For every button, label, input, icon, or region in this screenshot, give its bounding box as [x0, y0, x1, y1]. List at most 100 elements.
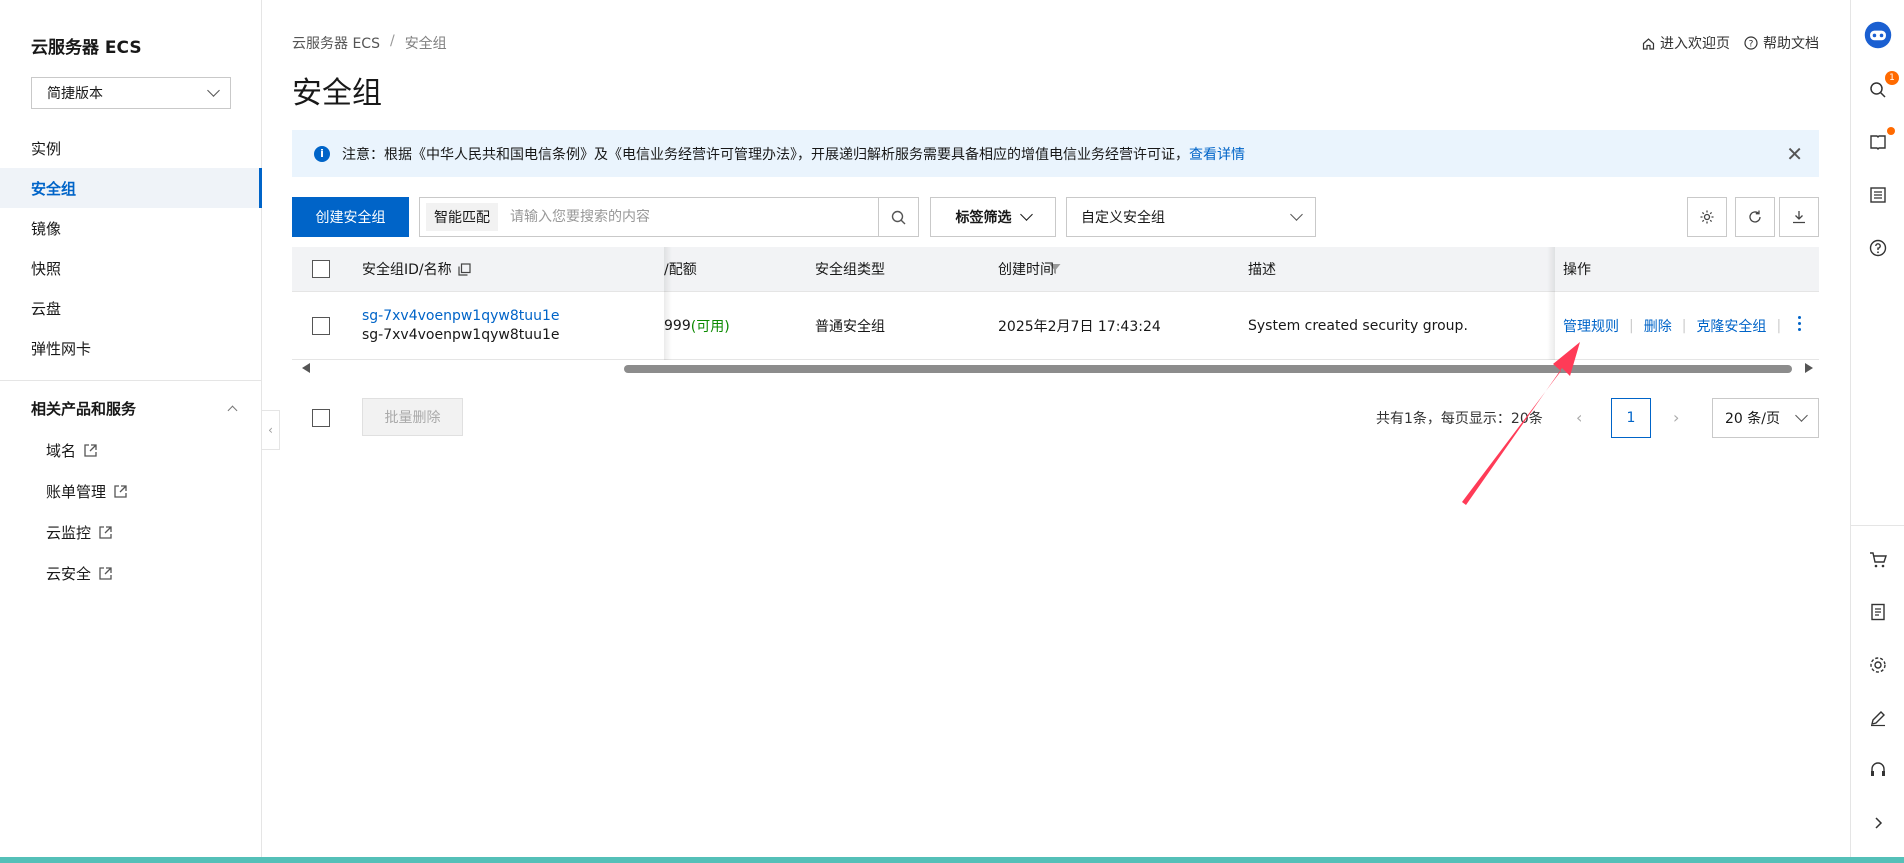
row-description-cell: System created security group. [1248, 317, 1468, 334]
quota-status: (可用) [690, 318, 730, 335]
section-title: 相关产品和服务 [31, 400, 137, 418]
sidebar-link-domain[interactable]: 域名 [46, 440, 97, 461]
refresh-button[interactable] [1735, 197, 1775, 237]
row-actions: 管理规则 | 删除 | 克隆安全组 | [1563, 292, 1791, 360]
delete-link[interactable]: 删除 [1644, 316, 1672, 336]
sidebar-item-snapshots[interactable]: 快照 [0, 248, 262, 288]
horizontal-scrollbar[interactable] [292, 360, 1819, 376]
close-icon[interactable]: ✕ [1786, 142, 1803, 166]
sidebar-link-security[interactable]: 云安全 [46, 563, 112, 584]
help-docs-label: 帮助文档 [1763, 36, 1819, 52]
sidebar-collapse-handle[interactable]: ‹ [262, 410, 280, 450]
cart-icon[interactable] [1863, 545, 1893, 575]
search-icon[interactable]: 1 [1863, 71, 1899, 105]
row-quota-cell: 999 (可用) [664, 292, 730, 359]
welcome-link-label: 进入欢迎页 [1660, 36, 1730, 52]
search-mode-tag[interactable]: 智能匹配 [426, 203, 498, 231]
book-icon[interactable] [1863, 127, 1895, 157]
footer-select-cell [312, 398, 330, 438]
tag-filter-button[interactable]: 标签筛选 [930, 197, 1056, 237]
welcome-link[interactable]: 进入欢迎页 [1642, 33, 1730, 53]
breadcrumb-separator: / [389, 33, 395, 49]
external-link-icon [114, 485, 127, 498]
sidebar-item-security-group[interactable]: 安全组 [0, 168, 262, 208]
search-input[interactable] [510, 209, 860, 225]
manage-rules-link[interactable]: 管理规则 [1563, 316, 1619, 336]
batch-delete-button[interactable]: 批量删除 [362, 398, 463, 436]
more-actions-icon[interactable] [1798, 316, 1802, 331]
sidebar-link-label: 云安全 [46, 565, 92, 583]
assistant-robot-icon[interactable] [1863, 20, 1893, 50]
column-header-id: 安全组ID/名称 [362, 247, 471, 291]
security-group-name: sg-7xv4voenpw1qyw8tuu1e [362, 327, 560, 343]
page-number-current[interactable]: 1 [1611, 398, 1651, 438]
row-type-cell: 普通安全组 [815, 318, 885, 335]
external-link-icon [99, 567, 112, 580]
download-button[interactable] [1779, 197, 1819, 237]
clone-security-group-link[interactable]: 克隆安全组 [1696, 316, 1766, 336]
expand-rail-icon[interactable] [1863, 808, 1893, 838]
custom-group-select-value: 自定义安全组 [1081, 210, 1165, 226]
gear-icon[interactable] [1863, 650, 1893, 680]
toolbar: 创建安全组 智能匹配 标签筛选 自定义安全组 [292, 197, 1819, 237]
next-page-button[interactable]: › [1673, 408, 1679, 427]
sidebar-link-monitor[interactable]: 云监控 [46, 522, 112, 543]
refresh-icon [1749, 210, 1761, 223]
search-button[interactable] [878, 198, 918, 236]
bottom-border [0, 857, 1904, 863]
security-group-id-link[interactable]: sg-7xv4voenpw1qyw8tuu1e [362, 308, 559, 324]
create-security-group-button[interactable]: 创建安全组 [292, 197, 409, 237]
row-id-cell: sg-7xv4voenpw1qyw8tuu1e sg-7xv4voenpw1qy… [362, 292, 559, 359]
sidebar-item-eni[interactable]: 弹性网卡 [0, 328, 262, 368]
column-header-label: 安全组ID/名称 [362, 262, 452, 278]
info-icon: i [314, 145, 330, 162]
sidebar-item-images[interactable]: 镜像 [0, 208, 262, 248]
table-header: 安全组ID/名称 /配额 安全组类型 创建时间 描述 操作 [292, 247, 1819, 292]
row-checkbox[interactable] [312, 316, 330, 335]
row-created-cell: 2025年2月7日 17:43:24 [998, 318, 1161, 335]
scroll-left-arrow[interactable] [302, 363, 310, 373]
main-content: 云服务器 ECS / 安全组 进入欢迎页 ? 帮助文档 安全组 i 注意：根据《… [292, 0, 1819, 863]
version-select[interactable]: 简捷版本 [31, 77, 231, 109]
notice-detail-link[interactable]: 查看详情 [1189, 144, 1245, 164]
footer-select-all-checkbox[interactable] [312, 409, 330, 427]
svg-text:?: ? [1749, 40, 1754, 50]
help-icon: ? [1744, 36, 1758, 50]
column-header-actions: 操作 [1563, 262, 1591, 278]
help-icon[interactable] [1863, 233, 1893, 263]
sidebar: 云服务器 ECS 简捷版本 实例 安全组 镜像 快照 云盘 弹性网卡 相关产品和… [0, 0, 262, 863]
tag-filter-label: 标签筛选 [955, 210, 1012, 226]
sidebar-link-billing[interactable]: 账单管理 [46, 481, 127, 502]
document-icon[interactable] [1863, 597, 1893, 627]
header-links: 进入欢迎页 ? 帮助文档 [1642, 33, 1819, 53]
copy-icon[interactable] [458, 262, 471, 276]
prev-page-button[interactable]: ‹ [1576, 408, 1582, 427]
related-products-section[interactable]: 相关产品和服务 [31, 398, 238, 419]
sidebar-item-instances[interactable]: 实例 [0, 128, 262, 168]
checklist-icon[interactable] [1863, 180, 1893, 210]
sidebar-item-disks[interactable]: 云盘 [0, 288, 262, 328]
scroll-right-arrow[interactable] [1805, 363, 1813, 373]
sidebar-link-label: 云监控 [46, 524, 92, 542]
page-size-select[interactable]: 20 条/页 [1712, 398, 1819, 438]
chevron-down-icon [207, 84, 220, 97]
scrollbar-thumb[interactable] [624, 365, 1792, 373]
external-link-icon [84, 444, 97, 457]
chevron-down-icon [1795, 409, 1808, 422]
chevron-down-icon [1290, 208, 1303, 221]
column-header-created: 创建时间 [998, 262, 1054, 278]
search-icon [891, 210, 906, 224]
sidebar-title: 云服务器 ECS [31, 38, 142, 58]
headset-icon[interactable] [1863, 755, 1893, 785]
settings-button[interactable] [1687, 197, 1727, 237]
custom-group-select[interactable]: 自定义安全组 [1066, 197, 1316, 237]
help-docs-link[interactable]: ? 帮助文档 [1744, 33, 1819, 53]
chevron-up-icon [227, 405, 238, 416]
action-separator: | [1776, 318, 1782, 334]
action-separator: | [1681, 318, 1687, 334]
edit-icon[interactable] [1863, 703, 1893, 733]
sidebar-link-label: 域名 [46, 442, 77, 460]
select-all-checkbox[interactable] [312, 260, 330, 278]
breadcrumb-item[interactable]: 云服务器 ECS [292, 33, 380, 53]
pagination-total: 共有1条，每页显示：20条 [1376, 411, 1543, 427]
